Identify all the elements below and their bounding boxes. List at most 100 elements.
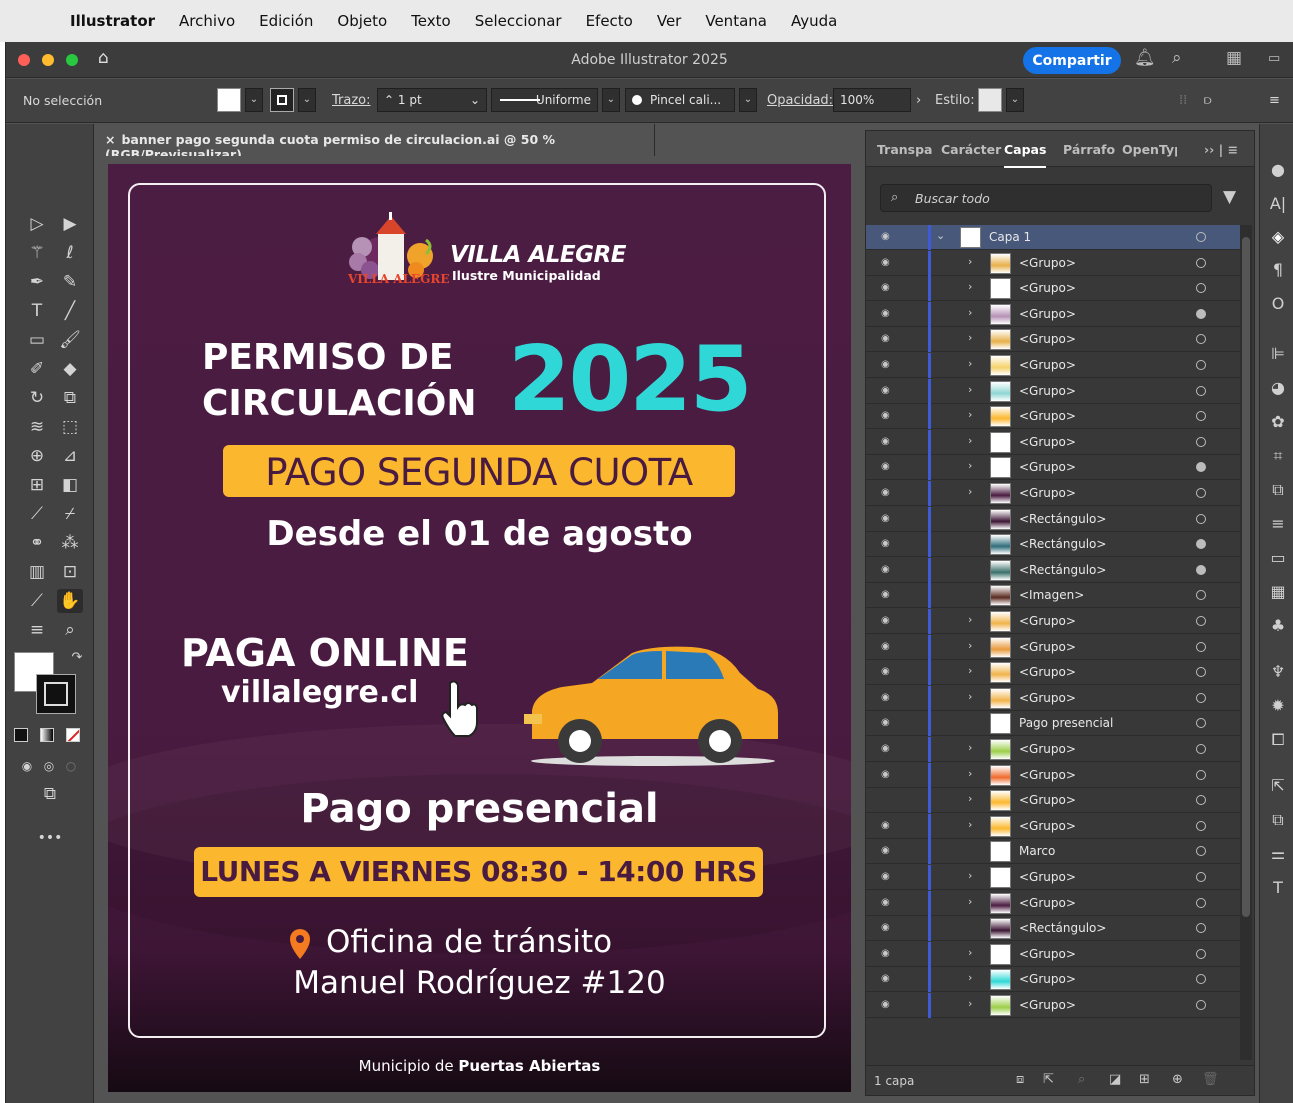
target-circle-icon[interactable] bbox=[1196, 488, 1206, 498]
visibility-eye-icon[interactable]: ◉ bbox=[881, 615, 893, 627]
target-circle-icon[interactable] bbox=[1196, 641, 1206, 652]
perspective-grid-tool-icon[interactable]: ⊿ bbox=[57, 444, 83, 468]
chevron-right-icon[interactable]: › bbox=[968, 306, 972, 319]
layer-row[interactable]: ◉ <Rectángulo> bbox=[866, 532, 1240, 558]
visibility-eye-icon[interactable]: ◉ bbox=[881, 385, 893, 397]
layer-name[interactable]: <Grupo> bbox=[1019, 281, 1076, 295]
new-layer-icon[interactable]: ⊕ bbox=[1172, 1072, 1183, 1087]
visibility-eye-icon[interactable]: ◉ bbox=[881, 257, 893, 269]
target-circle-icon[interactable] bbox=[1196, 411, 1206, 422]
layer-row[interactable]: ◉ › <Grupo> bbox=[866, 967, 1240, 993]
opacity-arrow-icon[interactable]: › bbox=[916, 93, 921, 108]
brush-definition[interactable]: Pincel cali... bbox=[625, 88, 735, 112]
target-circle-icon[interactable] bbox=[1196, 897, 1206, 908]
menu-ventana[interactable]: Ventana bbox=[705, 12, 767, 30]
stroke-label[interactable]: Trazo: bbox=[332, 93, 371, 108]
layer-name[interactable]: <Rectángulo> bbox=[1019, 537, 1106, 551]
chevron-right-icon[interactable]: › bbox=[968, 434, 972, 447]
target-circle-icon[interactable] bbox=[1196, 948, 1206, 959]
target-circle-icon[interactable] bbox=[1196, 539, 1206, 550]
target-circle-icon[interactable] bbox=[1196, 769, 1206, 780]
target-circle-icon[interactable] bbox=[1196, 590, 1206, 601]
target-circle-icon[interactable] bbox=[1196, 872, 1206, 882]
layer-name[interactable]: Capa 1 bbox=[989, 230, 1031, 244]
target-circle-icon[interactable] bbox=[1196, 436, 1206, 447]
target-circle-icon[interactable] bbox=[1196, 974, 1206, 985]
locate-object-icon[interactable]: ⌕ bbox=[1078, 1072, 1085, 1087]
gradient-panel-icon[interactable]: ▭ bbox=[1268, 548, 1288, 568]
chevron-right-icon[interactable]: › bbox=[968, 613, 972, 626]
shape-builder-tool-icon[interactable]: ⊕ bbox=[24, 444, 50, 468]
new-sublayer-icon[interactable]: ⊞ bbox=[1139, 1072, 1150, 1087]
target-circle-icon[interactable] bbox=[1196, 744, 1206, 754]
chevron-right-icon[interactable]: › bbox=[968, 280, 972, 293]
eraser-tool-icon[interactable]: ◆ bbox=[57, 357, 83, 381]
properties-icon[interactable]: ⚌ bbox=[1268, 844, 1288, 864]
target-circle-icon[interactable] bbox=[1196, 1000, 1206, 1010]
chevron-right-icon[interactable]: › bbox=[968, 767, 972, 780]
stroke-swatch[interactable] bbox=[270, 88, 294, 112]
layer-row[interactable]: ◉ Marco bbox=[866, 839, 1240, 865]
layer-name[interactable]: <Grupo> bbox=[1019, 972, 1076, 986]
layer-name[interactable]: <Grupo> bbox=[1019, 998, 1076, 1012]
layer-name[interactable]: <Grupo> bbox=[1019, 460, 1076, 474]
layer-row[interactable]: ◉ › <Grupo> bbox=[866, 762, 1240, 788]
symbol-sprayer-tool-icon[interactable]: ⁂ bbox=[57, 531, 83, 555]
layer-name[interactable]: <Grupo> bbox=[1019, 384, 1076, 398]
visibility-eye-icon[interactable]: ◉ bbox=[881, 948, 893, 960]
layer-row[interactable]: ◉ › <Grupo> bbox=[866, 993, 1240, 1018]
layer-name[interactable]: <Grupo> bbox=[1019, 332, 1076, 346]
layer-row[interactable]: ◉ <Rectángulo> bbox=[866, 557, 1240, 583]
visibility-eye-icon[interactable]: ◉ bbox=[881, 231, 893, 243]
opacity-label[interactable]: Opacidad: bbox=[767, 93, 833, 108]
menu-objeto[interactable]: Objeto bbox=[337, 12, 387, 30]
layer-row[interactable]: ◉ › <Grupo> bbox=[866, 660, 1240, 686]
links-icon[interactable]: ⧉ bbox=[1268, 810, 1288, 830]
menu-edicion[interactable]: Edición bbox=[259, 12, 313, 30]
swatches-icon[interactable]: ▦ bbox=[1268, 582, 1288, 602]
target-circle-icon[interactable] bbox=[1196, 462, 1206, 473]
layer-row[interactable]: ◉ <Imagen> bbox=[866, 583, 1240, 609]
menu-archivo[interactable]: Archivo bbox=[179, 12, 235, 30]
chevron-right-icon[interactable]: › bbox=[968, 255, 972, 268]
layer-row[interactable]: ◉ <Rectángulo> bbox=[866, 916, 1240, 942]
scrollbar-thumb[interactable] bbox=[1242, 237, 1250, 917]
clipping-mask-icon[interactable]: ◪ bbox=[1109, 1072, 1121, 1087]
variable-width-profile[interactable]: Uniforme bbox=[491, 88, 598, 112]
align-icon[interactable]: ⊫ bbox=[1268, 344, 1288, 364]
layer-row[interactable]: ◉ › <Grupo> bbox=[866, 301, 1240, 327]
slice-tool-icon[interactable]: ⟋ bbox=[24, 589, 50, 613]
visibility-eye-icon[interactable]: ◉ bbox=[881, 999, 893, 1011]
layer-row[interactable]: ◉ › <Grupo> bbox=[866, 634, 1240, 660]
visibility-eye-icon[interactable]: ◉ bbox=[881, 461, 893, 473]
target-circle-icon[interactable] bbox=[1196, 283, 1206, 294]
visibility-eye-icon[interactable]: ◉ bbox=[881, 820, 893, 832]
puppet-warp-icon[interactable]: ♆ bbox=[1268, 662, 1288, 682]
measure-tool-icon[interactable]: ⌿ bbox=[57, 502, 83, 526]
target-circle-icon[interactable] bbox=[1196, 334, 1206, 345]
stroke-dropdown-chevron-icon[interactable]: ⌄ bbox=[298, 88, 316, 112]
rotate-tool-icon[interactable]: ↻ bbox=[24, 386, 50, 410]
menu-ayuda[interactable]: Ayuda bbox=[791, 12, 837, 30]
scale-tool-icon[interactable]: ⧉ bbox=[57, 386, 83, 410]
layer-name[interactable]: <Grupo> bbox=[1019, 665, 1076, 679]
layer-name[interactable]: <Grupo> bbox=[1019, 768, 1076, 782]
none-mode-icon[interactable] bbox=[66, 728, 80, 742]
target-circle-icon[interactable] bbox=[1196, 667, 1206, 678]
chevron-right-icon[interactable]: › bbox=[968, 997, 972, 1010]
target-circle-icon[interactable] bbox=[1196, 846, 1206, 857]
stroke-weight-field[interactable]: ⌃ 1 pt ⌄ bbox=[377, 88, 487, 112]
layer-name[interactable]: Pago presencial bbox=[1019, 716, 1113, 730]
layer-name[interactable]: <Grupo> bbox=[1019, 742, 1076, 756]
stroke-panel-icon[interactable]: ≡ bbox=[1268, 514, 1288, 534]
align-grid-icon[interactable]: ⁞⁞ bbox=[1179, 93, 1187, 108]
asset-export-icon[interactable]: ⇱ bbox=[1268, 776, 1288, 796]
layer-name[interactable]: <Rectángulo> bbox=[1019, 563, 1106, 577]
tab-parrafo[interactable]: Párrafo bbox=[1063, 142, 1115, 157]
visibility-eye-icon[interactable]: ◉ bbox=[881, 897, 893, 909]
tab-capas[interactable]: Capas bbox=[1004, 142, 1047, 168]
panel-toggle-icon[interactable]: ▭ bbox=[1268, 51, 1280, 66]
target-circle-icon[interactable] bbox=[1196, 564, 1206, 575]
visibility-eye-icon[interactable]: ◉ bbox=[881, 359, 893, 371]
menu-seleccionar[interactable]: Seleccionar bbox=[475, 12, 562, 30]
